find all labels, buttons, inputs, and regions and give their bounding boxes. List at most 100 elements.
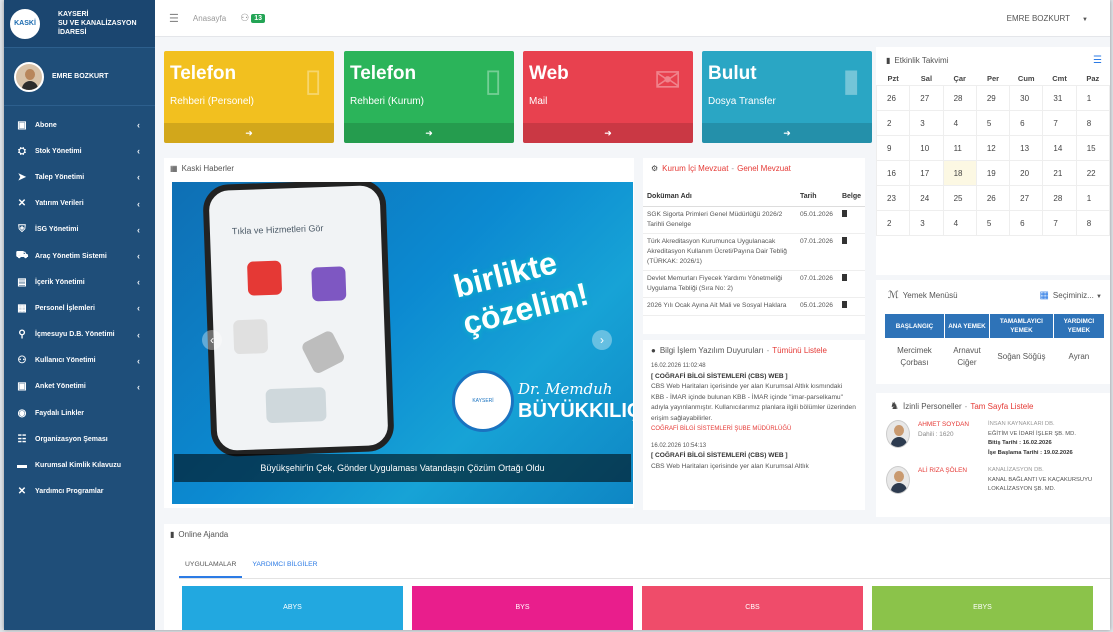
file-icon[interactable] xyxy=(841,274,847,281)
calendar-day[interactable]: 11 xyxy=(942,135,977,161)
sidebar-item-organizasyon[interactable]: ☷ Organizasyon Şeması xyxy=(4,426,155,452)
table-row[interactable]: SGK Sigorta Primleri Genel Müdürlüğü 202… xyxy=(643,206,865,234)
calendar-day[interactable]: 27 xyxy=(1009,185,1044,211)
tab-genel-mevzuat[interactable]: Genel Mevzuat xyxy=(737,164,791,173)
calendar-day[interactable]: 1 xyxy=(1075,185,1110,211)
calendar-day[interactable]: 19 xyxy=(975,160,1011,186)
sidebar-item-abone[interactable]: ▣ Abone ‹ xyxy=(4,112,155,138)
calendar-day[interactable]: 6 xyxy=(1009,110,1044,136)
tile-bulut[interactable]: Bulut Dosya Transfer ▮ ➜ xyxy=(702,51,872,143)
sidebar-item-personel[interactable]: ▦ Personel İşlemleri ‹ xyxy=(4,295,155,321)
table-row[interactable]: 2026 Yılı Ocak Ayına Ait Mali ve Sosyal … xyxy=(643,297,865,316)
calendar-day[interactable]: 31 xyxy=(1042,85,1077,111)
calendar-day[interactable]: 23 xyxy=(875,185,911,211)
calendar-day[interactable]: 28 xyxy=(942,85,977,111)
list-icon[interactable]: ☰ xyxy=(1093,55,1102,66)
sidebar-item-stok[interactable]: ⛭ Stok Yönetimi ‹ xyxy=(4,138,155,164)
news-slider[interactable]: Tıkla ve Hizmetleri Gör birlikte çözelim!… xyxy=(172,182,633,504)
sidebar-item-linkler[interactable]: ◉ Faydalı Linkler xyxy=(4,400,155,426)
notification-badge[interactable]: 13 xyxy=(251,13,265,23)
sidebar-user[interactable]: EMRE BOZKURT xyxy=(4,48,155,106)
calendar-day[interactable]: 18 xyxy=(942,160,977,186)
slider-next-icon[interactable]: › xyxy=(592,330,612,350)
table-row[interactable]: Türk Akreditasyon Kurumunca Uygulanacak … xyxy=(643,233,865,271)
app-bys[interactable]: BYS xyxy=(412,586,633,630)
calendar-day[interactable]: 2 xyxy=(875,110,911,136)
menu-select[interactable]: ▦ Seçiminiz... ▼ xyxy=(1039,290,1102,301)
sidebar-item-arac[interactable]: ⛟ Araç Yönetim Sistemi ‹ xyxy=(4,243,155,269)
calendar-day[interactable]: 22 xyxy=(1075,160,1110,186)
calendar-day[interactable]: 9 xyxy=(875,135,911,161)
sidebar-item-anket[interactable]: ▣ Anket Yönetimi ‹ xyxy=(4,374,155,400)
full-list-link[interactable]: Tam Sayfa Listele xyxy=(970,402,1033,411)
calendar-day[interactable]: 1 xyxy=(1075,85,1110,111)
sidebar-item-icmesuyu[interactable]: ⚲ İçmesuyu D.B. Yönetimi ‹ xyxy=(4,322,155,348)
calendar-day[interactable]: 16 xyxy=(875,160,911,186)
calendar-day[interactable]: 8 xyxy=(1075,210,1110,236)
home-link[interactable]: Anasayfa xyxy=(193,14,226,23)
tile-telefon-personel[interactable]: Telefon Rehberi (Personel) ▯ ➜ xyxy=(164,51,334,143)
calendar-day[interactable]: 15 xyxy=(1075,135,1110,161)
calendar-day[interactable]: 30 xyxy=(1009,85,1044,111)
calendar-day[interactable]: 3 xyxy=(909,210,944,236)
news-caption[interactable]: Büyükşehir'in Çek, Gönder Uygulaması Vat… xyxy=(174,454,631,482)
list-item[interactable]: AHMET SOYDAN Dahili : 1620 İNSAN KAYNAKLA… xyxy=(876,420,1110,458)
calendar-day[interactable]: 14 xyxy=(1042,135,1077,161)
sidebar-item-kimlik[interactable]: ▬ Kurumsal Kimlik Kılavuzu xyxy=(4,452,155,478)
tile-arrow-circle-icon[interactable]: ➜ xyxy=(702,123,872,143)
sidebar-item-talep[interactable]: ➤ Talep Yönetimi ‹ xyxy=(4,164,155,190)
tile-telefon-kurum[interactable]: Telefon Rehberi (Kurum) ▯ ➜ xyxy=(344,51,514,143)
app-abys[interactable]: ABYS xyxy=(182,586,403,630)
calendar-day[interactable]: 29 xyxy=(975,85,1011,111)
users-icon[interactable]: ⚇ xyxy=(240,13,249,24)
list-item[interactable]: 16.02.2026 10:54:13 [ COĞRAFİ BİLGİ SİST… xyxy=(651,441,857,473)
calendar-day[interactable]: 7 xyxy=(1042,210,1077,236)
file-icon[interactable] xyxy=(841,237,847,244)
calendar-day[interactable]: 8 xyxy=(1075,110,1110,136)
calendar-day[interactable]: 7 xyxy=(1042,110,1077,136)
calendar-day[interactable]: 10 xyxy=(909,135,944,161)
tab-yardimci-bilgiler[interactable]: YARDIMCI BİLGİLER xyxy=(246,554,323,578)
calendar-day[interactable]: 27 xyxy=(909,85,944,111)
user-menu[interactable]: EMRE BOZKURT ▼ xyxy=(1007,14,1088,23)
tile-arrow-circle-icon[interactable]: ➜ xyxy=(344,123,514,143)
calendar-day[interactable]: 5 xyxy=(975,110,1011,136)
table-row[interactable]: Devlet Memurları Fiyecek Yardımı Yönetme… xyxy=(643,270,865,298)
calendar-day[interactable]: 6 xyxy=(1009,210,1044,236)
calendar-day[interactable]: 2 xyxy=(875,210,911,236)
calendar-day[interactable]: 12 xyxy=(975,135,1011,161)
sidebar-item-isg[interactable]: ⛨ İSG Yönetimi ‹ xyxy=(4,217,155,243)
tab-uygulamalar[interactable]: UYGULAMALAR xyxy=(179,554,243,578)
tile-arrow-circle-icon[interactable]: ➜ xyxy=(164,123,334,143)
calendar-day[interactable]: 24 xyxy=(909,185,944,211)
list-all-link[interactable]: Tümünü Listele xyxy=(772,346,827,355)
list-item[interactable]: 16.02.2026 11:02:48 [ COĞRAFİ BİLGİ SİST… xyxy=(651,361,857,435)
calendar-day[interactable]: 4 xyxy=(942,110,977,136)
sidebar-item-yardimci[interactable]: ✕ Yardımcı Programlar xyxy=(4,479,155,505)
calendar-day[interactable]: 13 xyxy=(1009,135,1044,161)
calendar-day[interactable]: 17 xyxy=(909,160,944,186)
calendar-day[interactable]: 21 xyxy=(1042,160,1077,186)
app-cbs[interactable]: CBS xyxy=(642,586,863,630)
sidebar-item-kullanici[interactable]: ⚇ Kullanıcı Yönetimi ‹ xyxy=(4,348,155,374)
file-icon[interactable] xyxy=(841,301,847,308)
calendar-day[interactable]: 5 xyxy=(975,210,1011,236)
sidebar-item-icerik[interactable]: ▤ İçerik Yönetimi ‹ xyxy=(4,269,155,295)
calendar-day[interactable]: 4 xyxy=(942,210,977,236)
tab-kurum-ici-mevzuat[interactable]: Kurum İçi Mevzuat xyxy=(662,164,728,173)
calendar-day[interactable]: 3 xyxy=(909,110,944,136)
slider-prev-icon[interactable]: ‹ xyxy=(202,330,222,350)
file-icon[interactable] xyxy=(841,210,847,217)
calendar-day[interactable]: 28 xyxy=(1042,185,1077,211)
sidebar-item-yatirim[interactable]: ✕ Yatırım Verileri ‹ xyxy=(4,191,155,217)
tile-arrow-circle-icon[interactable]: ➜ xyxy=(523,123,693,143)
calendar-day[interactable]: 25 xyxy=(942,185,977,211)
calendar-day[interactable]: 26 xyxy=(875,85,911,111)
calendar-day[interactable]: 26 xyxy=(975,185,1011,211)
app-ebys[interactable]: EBYS xyxy=(872,586,1093,630)
tile-web-mail[interactable]: Web Mail ✉ ➜ xyxy=(523,51,693,143)
list-item[interactable]: ALİ RIZA ŞÖLEN KANALİZASYON DB. KANAL BA… xyxy=(876,466,1110,495)
calendar-day[interactable]: 20 xyxy=(1009,160,1044,186)
brand[interactable]: KASKİ KAYSERİ SU VE KANALİZASYON İDARESİ xyxy=(4,0,155,48)
menu-toggle-icon[interactable]: ☰ xyxy=(169,12,179,25)
